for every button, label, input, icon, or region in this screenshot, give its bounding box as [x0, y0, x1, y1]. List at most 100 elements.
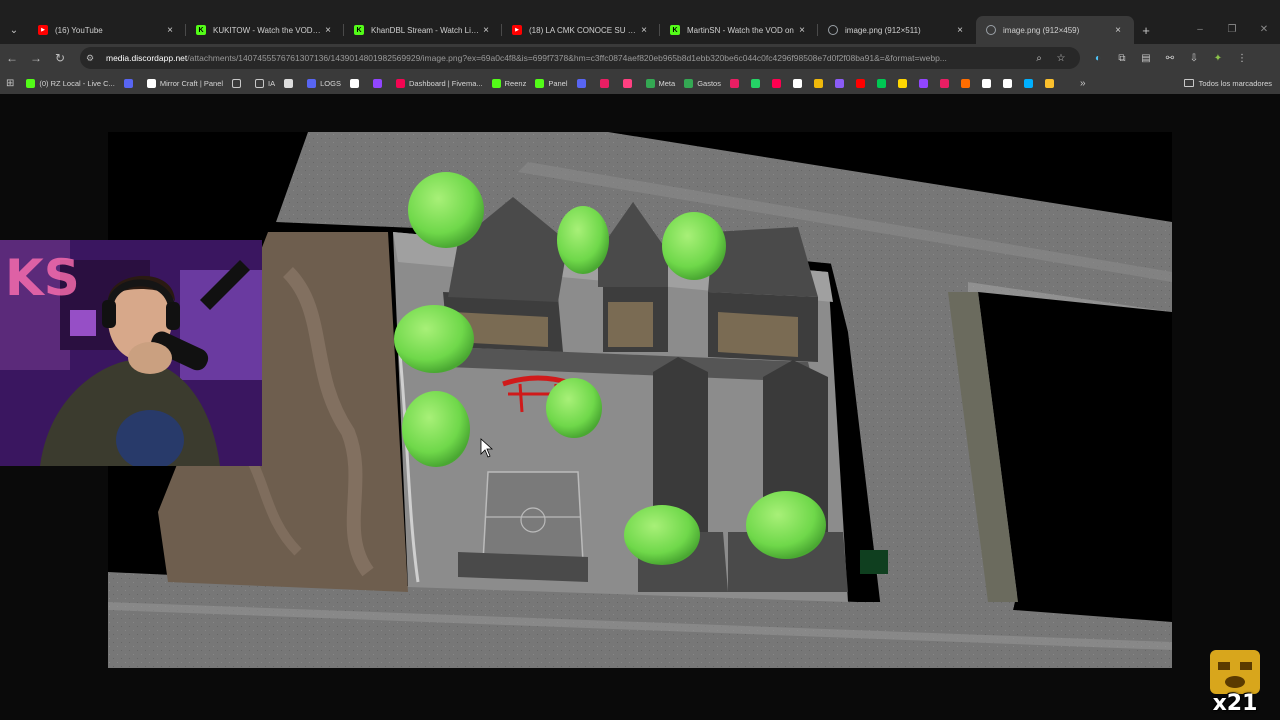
- extensions-puzzle-icon[interactable]: ⧉: [1110, 53, 1134, 64]
- bookmark-icon[interactable]: [981, 78, 991, 88]
- bookmark-label: Gastos: [697, 78, 721, 88]
- address-bar[interactable]: ⚙ media.discordapp.net/attachments/14074…: [80, 47, 1080, 69]
- bookmark-item[interactable]: LOGS: [307, 78, 341, 88]
- browser-tab[interactable]: image.png (912×459) ×: [976, 16, 1134, 44]
- url-text[interactable]: media.discordapp.net/attachments/1407455…: [106, 53, 1028, 63]
- link-icon[interactable]: ⚯: [1158, 53, 1182, 64]
- bookmark-icon[interactable]: [960, 78, 970, 88]
- extension-icon[interactable]: ◐: [1086, 53, 1110, 64]
- bookmark-label: (0) RZ Local - Live C...: [39, 78, 115, 88]
- zoom-icon[interactable]: ⌕: [1028, 53, 1050, 64]
- close-tab-icon[interactable]: ×: [322, 25, 334, 36]
- youtube-icon: ▶: [512, 25, 522, 35]
- bookmark-item[interactable]: Reenz: [491, 78, 526, 88]
- openai-icon: [284, 78, 294, 88]
- browser-tab[interactable]: K KhanDBL Stream - Watch Live o ×: [344, 16, 502, 44]
- bookmark-item[interactable]: [349, 78, 363, 88]
- apps-grid-icon[interactable]: ⊞: [6, 78, 14, 89]
- discord-icon: [576, 78, 586, 88]
- bookmark-icon[interactable]: [897, 78, 907, 88]
- tab-title: (16) YouTube: [55, 25, 103, 35]
- bookmark-item[interactable]: [599, 78, 613, 88]
- bookmarks-bar: ⊞ (0) RZ Local - Live C... Mirror Craft |…: [0, 72, 1280, 94]
- bookmark-label: LOGS: [320, 78, 341, 88]
- bookmark-item[interactable]: [576, 78, 590, 88]
- bookmark-item[interactable]: Gastos: [684, 78, 721, 88]
- reading-list-icon[interactable]: ▤: [1134, 53, 1158, 64]
- bookmark-icon[interactable]: [834, 78, 844, 88]
- browser-tab[interactable]: image.png (912×511) ×: [818, 16, 976, 44]
- globe-icon: [828, 25, 838, 35]
- map-render-image[interactable]: [108, 132, 1172, 668]
- panel-icon: [146, 78, 156, 88]
- forward-button[interactable]: →: [24, 51, 48, 65]
- tab-title: MartinSN - Watch the VOD on: [687, 25, 794, 35]
- browser-toolbar: ← → ↻ ⚙ media.discordapp.net/attachments…: [0, 44, 1280, 72]
- bookmark-icon[interactable]: [729, 78, 739, 88]
- new-tab-button[interactable]: +: [1134, 23, 1158, 38]
- arrow-left-icon: ←: [6, 51, 18, 65]
- folder-icon: [255, 78, 265, 88]
- minimize-button[interactable]: –: [1184, 16, 1216, 44]
- browser-tab[interactable]: ▶ (16) YouTube ×: [28, 16, 186, 44]
- bookmark-item[interactable]: Mirror Craft | Panel: [146, 78, 223, 88]
- tab-title: (18) LA CMK CONOCE SU NUE: [529, 25, 638, 35]
- bookmark-icon[interactable]: [855, 78, 865, 88]
- bookmark-item[interactable]: Dashboard | Fivema...: [395, 78, 483, 88]
- bookmark-icon[interactable]: [939, 78, 949, 88]
- close-tab-icon[interactable]: ×: [1112, 25, 1124, 36]
- bookmark-item[interactable]: Panel: [535, 78, 568, 88]
- all-bookmarks-label: Todos los marcadores: [1198, 78, 1272, 88]
- reload-button[interactable]: ↻: [48, 51, 72, 65]
- bookmark-item[interactable]: IA: [255, 78, 275, 88]
- close-tab-icon[interactable]: ×: [796, 25, 808, 36]
- bookmark-item[interactable]: [372, 78, 386, 88]
- bookmark-icon[interactable]: [792, 78, 802, 88]
- bookmark-icon[interactable]: [813, 78, 823, 88]
- bookmark-icon[interactable]: [1002, 78, 1012, 88]
- globe-icon: [986, 25, 996, 35]
- chevron-down-icon: ⌄: [9, 24, 19, 36]
- browser-tab[interactable]: K KUKITOW - Watch the VOD on ×: [186, 16, 344, 44]
- browser-tab[interactable]: ▶ (18) LA CMK CONOCE SU NUE ×: [502, 16, 660, 44]
- bookmark-icon[interactable]: [750, 78, 760, 88]
- close-tab-icon[interactable]: ×: [954, 25, 966, 36]
- reload-icon: ↻: [54, 51, 66, 65]
- youtube-icon: ▶: [38, 25, 48, 35]
- more-bookmarks-icon[interactable]: »: [1080, 78, 1086, 89]
- browser-window: ⌄ ▶ (16) YouTube × K KUKITOW - Watch the VOD…: [0, 0, 1280, 94]
- downloads-icon[interactable]: ⇩: [1182, 53, 1206, 64]
- menu-dots-icon[interactable]: ⋮: [1230, 53, 1254, 64]
- bookmark-icon[interactable]: [1044, 78, 1054, 88]
- bookmark-item[interactable]: [622, 78, 636, 88]
- bookmark-item[interactable]: [284, 78, 297, 88]
- kick-icon: K: [670, 25, 680, 35]
- restore-button[interactable]: ❐: [1216, 16, 1248, 44]
- bookmark-icon[interactable]: [918, 78, 928, 88]
- all-bookmarks-button[interactable]: Todos los marcadores: [1183, 72, 1272, 94]
- omnibox-actions: ⌕ ☆: [1028, 53, 1072, 64]
- bookmark-star-icon[interactable]: ☆: [1050, 53, 1072, 64]
- bookmark-icon-list: [729, 78, 1066, 88]
- close-window-button[interactable]: ✕: [1248, 16, 1280, 44]
- extensions-area: ◐ ⧉ ▤ ⚯ ⇩ ✦ ⋮: [1086, 44, 1254, 72]
- tab-search-button[interactable]: ⌄: [0, 16, 28, 44]
- bookmark-icon[interactable]: [771, 78, 781, 88]
- kick-icon: K: [354, 25, 364, 35]
- folder-icon: [232, 78, 242, 88]
- svg-text:KS: KS: [5, 249, 80, 307]
- tab-title: image.png (912×459): [1003, 25, 1080, 35]
- site-info-icon[interactable]: ⚙: [86, 53, 100, 64]
- bookmark-item[interactable]: [123, 78, 137, 88]
- close-tab-icon[interactable]: ×: [638, 25, 650, 36]
- bookmark-icon[interactable]: [876, 78, 886, 88]
- browser-tab[interactable]: K MartinSN - Watch the VOD on ×: [660, 16, 818, 44]
- close-tab-icon[interactable]: ×: [480, 25, 492, 36]
- close-tab-icon[interactable]: ×: [164, 25, 176, 36]
- bookmark-icon[interactable]: [1023, 78, 1033, 88]
- profile-icon[interactable]: ✦: [1206, 53, 1230, 64]
- bookmark-item[interactable]: [232, 78, 245, 88]
- back-button[interactable]: ←: [0, 51, 24, 65]
- bookmark-item[interactable]: Meta: [645, 78, 675, 88]
- bookmark-item[interactable]: (0) RZ Local - Live C...: [26, 78, 115, 88]
